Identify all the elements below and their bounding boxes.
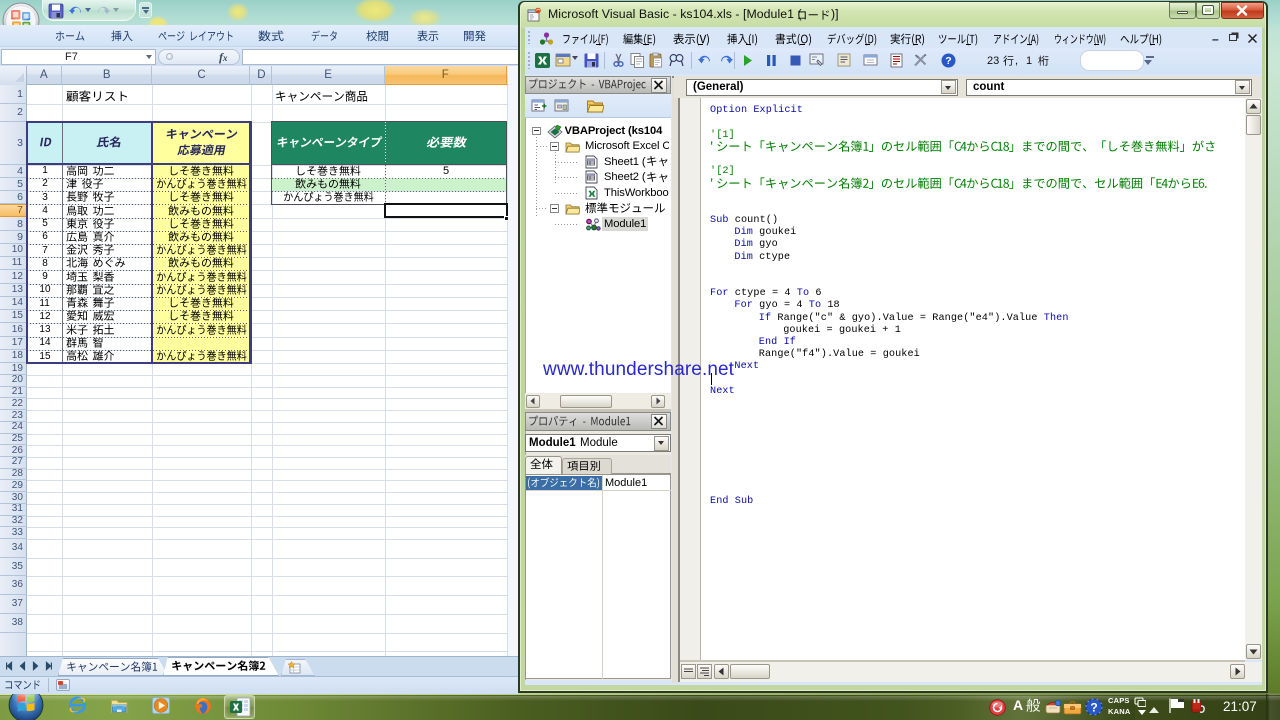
svg-text:?: ? <box>1090 701 1097 715</box>
svg-text:?: ? <box>945 55 951 67</box>
